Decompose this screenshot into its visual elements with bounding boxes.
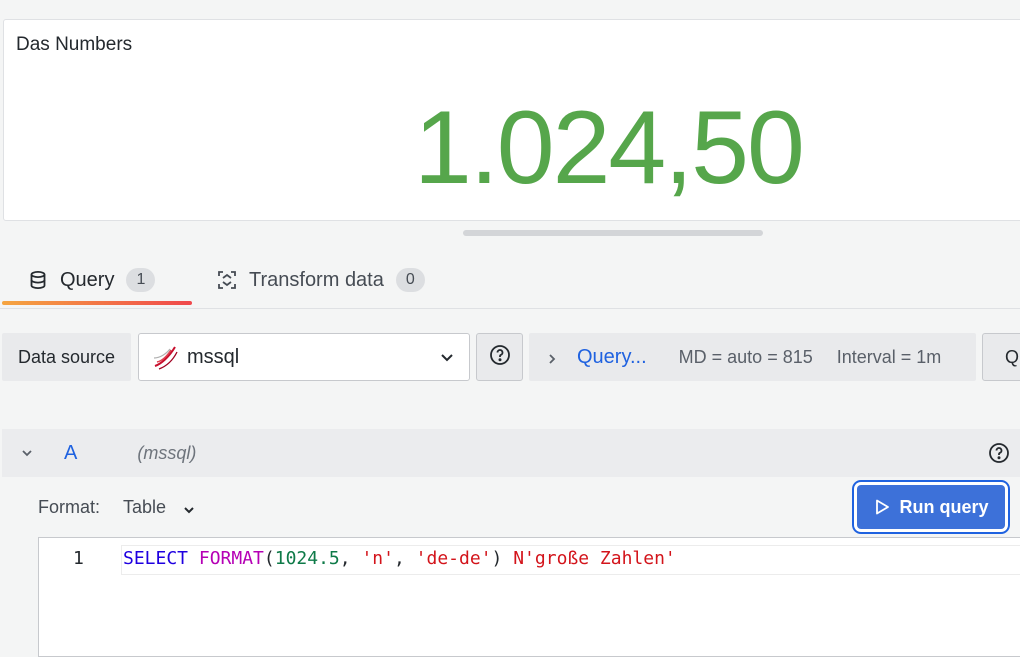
tab-query[interactable]: Query 1	[28, 252, 156, 308]
transform-icon	[217, 269, 239, 291]
format-select[interactable]: Table	[123, 497, 196, 518]
code-line[interactable]: SELECT FORMAT(1024.5, 'n', 'de-de') N'gr…	[123, 548, 676, 569]
query-datasource-name: (mssql)	[137, 442, 197, 463]
sql-string: 'de-de'	[415, 548, 492, 569]
query-options-toggle[interactable]: Query... MD = auto = 815 Interval = 1m	[529, 333, 976, 381]
format-label: Format:	[38, 497, 101, 517]
question-circle-icon	[489, 344, 511, 371]
chevron-right-icon	[545, 350, 559, 364]
line-number: 1	[73, 548, 84, 569]
datasource-help-button[interactable]	[476, 333, 523, 381]
format-value: Table	[123, 497, 167, 517]
play-icon	[876, 499, 890, 515]
query-options-label: Query...	[577, 345, 647, 368]
datasource-name: mssql	[187, 345, 240, 368]
tab-transform-label: Transform data	[249, 268, 384, 291]
chevron-down-icon	[182, 501, 196, 515]
query-row-header[interactable]: A (mssql)	[2, 429, 1020, 477]
tab-query-count: 1	[126, 268, 156, 292]
sql-function: FORMAT	[198, 548, 264, 569]
sql-keyword: SELECT	[123, 548, 189, 569]
chevron-down-icon	[439, 348, 455, 364]
active-tab-indicator	[2, 301, 192, 305]
question-circle-icon[interactable]	[988, 442, 1010, 464]
interval: Interval = 1m	[836, 346, 942, 367]
tab-transform-count: 0	[395, 268, 425, 292]
sql-string: 'n'	[361, 548, 394, 569]
sql-number: 1024.5	[274, 548, 340, 569]
sql-separator: ,	[393, 548, 416, 569]
chevron-down-icon[interactable]	[20, 446, 34, 460]
stat-panel: Das Numbers 1.024,50	[3, 19, 1020, 221]
sql-paren-open: (	[263, 548, 275, 569]
sql-code-editor[interactable]: 1 SELECT FORMAT(1024.5, 'n', 'de-de') N'…	[38, 537, 1020, 657]
max-data-points: MD = auto = 815	[678, 346, 813, 367]
sql-string: N'große Zahlen'	[513, 548, 676, 569]
tab-query-label: Query	[60, 268, 115, 291]
panel-title[interactable]: Das Numbers	[16, 34, 132, 56]
database-icon	[28, 269, 50, 291]
splitter-handle[interactable]	[463, 230, 763, 236]
datasource-picker[interactable]: mssql	[138, 333, 470, 381]
sql-separator: ,	[339, 548, 362, 569]
tab-transform[interactable]: Transform data 0	[217, 252, 425, 308]
query-ref-id[interactable]: A	[64, 442, 77, 465]
run-query-button[interactable]: Run query	[857, 485, 1005, 529]
datasource-label: Data source	[2, 333, 131, 381]
run-query-label: Run query	[899, 496, 989, 517]
stat-value: 1.024,50	[414, 90, 805, 206]
sql-paren-close: )	[491, 548, 514, 569]
mssql-logo-icon	[151, 342, 181, 372]
query-inspector-button[interactable]: Q	[982, 333, 1020, 381]
